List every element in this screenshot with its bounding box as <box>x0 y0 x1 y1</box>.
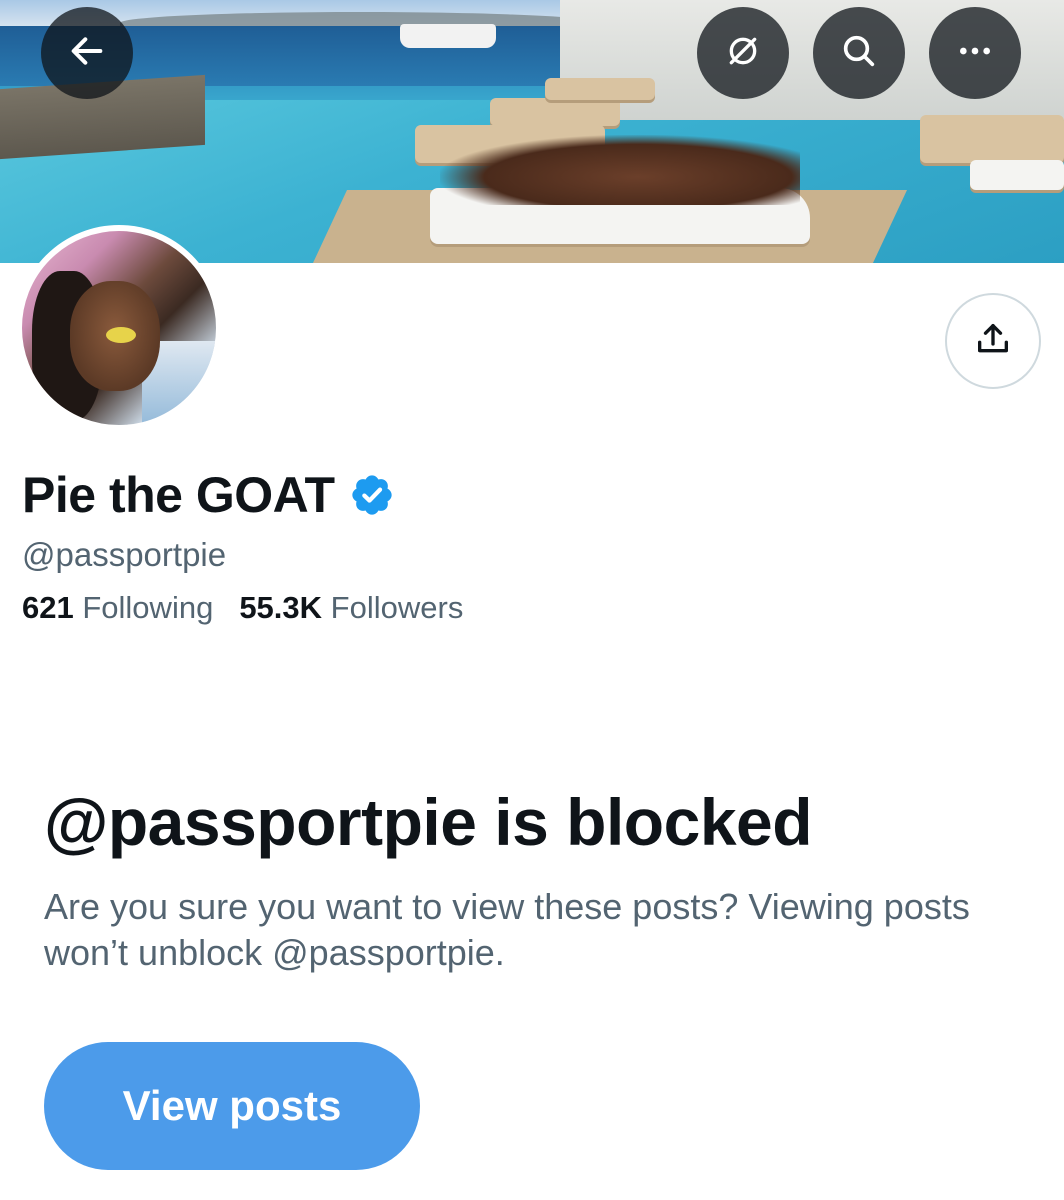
verified-badge-icon[interactable] <box>349 472 395 518</box>
translate-slash-icon <box>723 31 763 76</box>
user-handle: @passportpie <box>22 536 227 573</box>
profile-banner[interactable] <box>0 0 1064 263</box>
search-icon <box>839 31 879 76</box>
profile-stats: 621 Following 55.3K Followers <box>22 590 463 626</box>
following-stat[interactable]: 621 Following <box>22 590 213 626</box>
blocked-description: Are you sure you want to view these post… <box>44 886 970 973</box>
following-label: Following <box>82 590 214 625</box>
blocked-title: @passportpie is blocked <box>44 785 813 859</box>
back-button[interactable] <box>41 7 133 99</box>
share-button[interactable] <box>945 293 1041 389</box>
search-button[interactable] <box>813 7 905 99</box>
followers-count: 55.3K <box>239 590 323 625</box>
arrow-left-icon <box>67 31 107 76</box>
banner-ship <box>400 24 496 48</box>
following-count: 621 <box>22 590 74 625</box>
banner-lounger <box>490 98 620 126</box>
avatar[interactable] <box>16 225 222 431</box>
banner-person <box>440 135 800 205</box>
followers-label: Followers <box>330 590 464 625</box>
display-name: Pie the GOAT <box>22 467 335 523</box>
avatar-eye-patch <box>106 327 136 343</box>
share-icon <box>973 319 1013 364</box>
banner-lounger <box>545 78 655 100</box>
followers-stat[interactable]: 55.3K Followers <box>239 590 463 626</box>
more-button[interactable] <box>929 7 1021 99</box>
more-horizontal-icon <box>955 31 995 76</box>
view-posts-button[interactable]: View posts <box>44 1042 420 1170</box>
display-name-row: Pie the GOAT <box>22 466 395 524</box>
translate-button[interactable] <box>697 7 789 99</box>
banner-lounger <box>920 115 1064 163</box>
banner-lounger <box>970 160 1064 190</box>
